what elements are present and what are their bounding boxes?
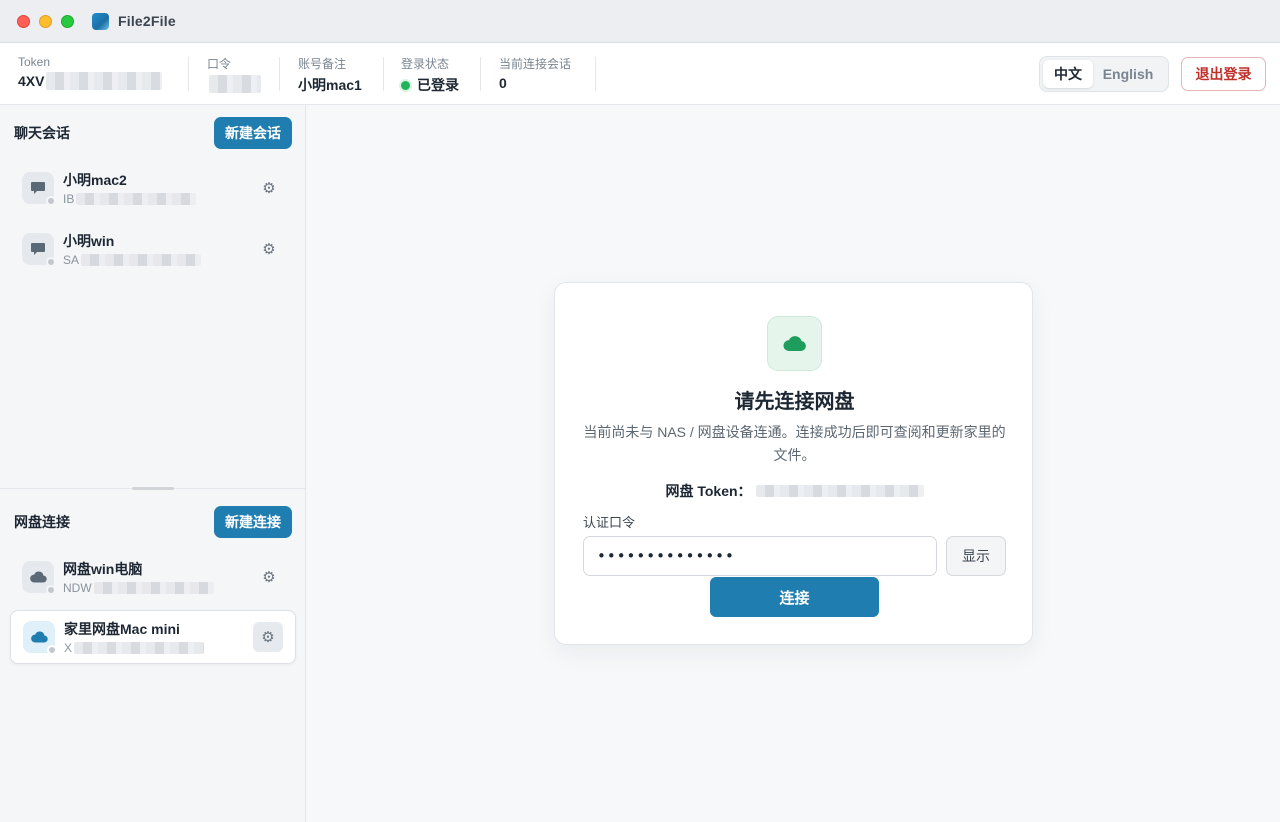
disk-item-selected[interactable]: 家里网盘Mac mini X ⚙	[10, 610, 296, 664]
offline-status-dot	[47, 645, 57, 655]
offline-status-dot	[46, 585, 56, 595]
disk-item[interactable]: 网盘win电脑 NDW ⚙	[10, 550, 296, 604]
chat-item-id-text: IB	[63, 192, 75, 206]
new-chat-button[interactable]: 新建会话	[214, 117, 292, 149]
cloud-glyph	[30, 631, 48, 643]
account-note-label: 账号备注	[298, 57, 347, 71]
gear-icon[interactable]: ⚙	[254, 562, 284, 592]
chat-item-text: 小明mac2 IB	[63, 170, 254, 206]
disk-item-id-text: X	[64, 641, 73, 655]
chat-item-id-redacted	[81, 254, 202, 266]
disk-item-text: 网盘win电脑 NDW	[63, 559, 254, 595]
chat-section-header: 聊天会话 新建会话	[14, 117, 292, 149]
sidebar: 聊天会话 新建会话 小明mac2 IB ⚙ 小明win SA ⚙ 网盘连接 新建…	[0, 105, 306, 822]
password-label: 认证口令	[583, 515, 636, 530]
new-connection-button[interactable]: 新建连接	[214, 506, 292, 538]
maximize-window-button[interactable]	[61, 14, 74, 28]
account-note-value: 小明mac1	[298, 77, 362, 93]
gear-icon[interactable]: ⚙	[254, 173, 284, 203]
chat-bubble-icon	[22, 233, 56, 267]
header-divider	[279, 57, 280, 91]
disk-item-id-redacted	[93, 582, 214, 594]
card-description: 当前尚未与 NAS / 网盘设备连通。连接成功后即可查阅和更新家里的文件。	[583, 424, 1006, 463]
chat-item[interactable]: 小明mac2 IB ⚙	[10, 161, 296, 215]
show-password-button[interactable]: 显示	[946, 536, 1006, 576]
token-label: Token	[18, 55, 51, 69]
offline-status-dot	[46, 257, 56, 267]
app-window: File2File Token 4XV 口令 账号备注 小明mac1 登录状态	[0, 0, 1280, 822]
chat-item[interactable]: 小明win SA ⚙	[10, 222, 296, 276]
cloud-icon	[22, 561, 56, 595]
passcode-stat: 口令	[207, 55, 261, 93]
gear-icon[interactable]: ⚙	[253, 622, 283, 652]
sidebar-resize-handle[interactable]	[132, 487, 174, 490]
chat-bubble-glyph	[31, 242, 45, 255]
sessions-stat: 当前连接会话 0	[499, 55, 571, 91]
window-controls	[17, 14, 74, 28]
disk-item-id-text: NDW	[63, 581, 92, 595]
passcode-value	[207, 75, 261, 93]
header-divider	[595, 57, 596, 91]
disk-token-line: 网盘 Token：	[555, 481, 1034, 501]
disk-token-label: 网盘 Token：	[665, 483, 752, 499]
title-bar: File2File	[0, 0, 1280, 43]
cloud-glyph	[782, 336, 806, 352]
main-panel: 请先连接网盘 当前尚未与 NAS / 网盘设备连通。连接成功后即可查阅和更新家里…	[307, 105, 1280, 822]
disk-token-redacted	[755, 485, 924, 497]
token-stat: Token 4XV	[18, 55, 163, 90]
cloud-icon	[23, 621, 57, 655]
login-status-text: 已登录	[417, 77, 459, 93]
chat-item-id: SA	[63, 253, 254, 267]
language-switch: 中文 English	[1039, 56, 1169, 92]
disk-item-name: 家里网盘Mac mini	[64, 621, 180, 637]
minimize-window-button[interactable]	[39, 14, 52, 28]
disk-section-header: 网盘连接 新建连接	[14, 506, 292, 538]
cloud-icon	[767, 316, 822, 371]
header-divider	[480, 57, 481, 91]
chat-item-id-redacted	[76, 193, 197, 205]
chat-item-name: 小明mac2	[63, 172, 127, 188]
connect-disk-card: 请先连接网盘 当前尚未与 NAS / 网盘设备连通。连接成功后即可查阅和更新家里…	[554, 282, 1033, 645]
language-chinese-button[interactable]: 中文	[1043, 60, 1093, 88]
disk-item-id-redacted	[74, 642, 205, 654]
sessions-label: 当前连接会话	[499, 57, 572, 71]
disk-item-text: 家里网盘Mac mini X	[64, 619, 253, 655]
cloud-glyph	[29, 571, 47, 583]
chat-item-id-text: SA	[63, 253, 80, 267]
header-divider	[188, 57, 189, 91]
password-input[interactable]	[583, 536, 937, 576]
language-english-button[interactable]: English	[1093, 60, 1163, 88]
app-logo-icon	[92, 12, 109, 30]
passcode-label: 口令	[207, 57, 232, 71]
chat-bubble-glyph	[31, 181, 45, 194]
token-value-text: 4XV	[18, 73, 45, 89]
chat-item-text: 小明win SA	[63, 231, 254, 267]
token-redacted	[46, 72, 163, 90]
offline-status-dot	[46, 196, 56, 206]
sessions-value: 0	[499, 75, 507, 91]
chat-bubble-icon	[22, 172, 56, 206]
login-status-value: 已登录	[401, 75, 459, 95]
account-note-stat: 账号备注 小明mac1	[298, 55, 362, 95]
login-status-label: 登录状态	[401, 57, 450, 71]
passcode-redacted	[209, 75, 261, 93]
token-value: 4XV	[18, 72, 163, 90]
disk-section-title: 网盘连接	[14, 514, 70, 530]
card-title: 请先连接网盘	[734, 391, 855, 413]
chat-item-name: 小明win	[63, 233, 115, 249]
disk-item-name: 网盘win电脑	[63, 561, 143, 577]
login-status-stat: 登录状态 已登录	[401, 55, 459, 95]
disk-item-id: X	[64, 641, 253, 655]
chat-item-id: IB	[63, 192, 254, 206]
logout-button[interactable]: 退出登录	[1181, 57, 1266, 91]
connect-button[interactable]: 连接	[710, 577, 879, 617]
app-title: File2File	[118, 13, 176, 29]
close-window-button[interactable]	[17, 14, 30, 28]
gear-icon[interactable]: ⚙	[254, 234, 284, 264]
online-status-dot	[401, 80, 410, 90]
header-divider	[383, 57, 384, 91]
chat-section-title: 聊天会话	[14, 125, 70, 141]
disk-item-id: NDW	[63, 581, 254, 595]
